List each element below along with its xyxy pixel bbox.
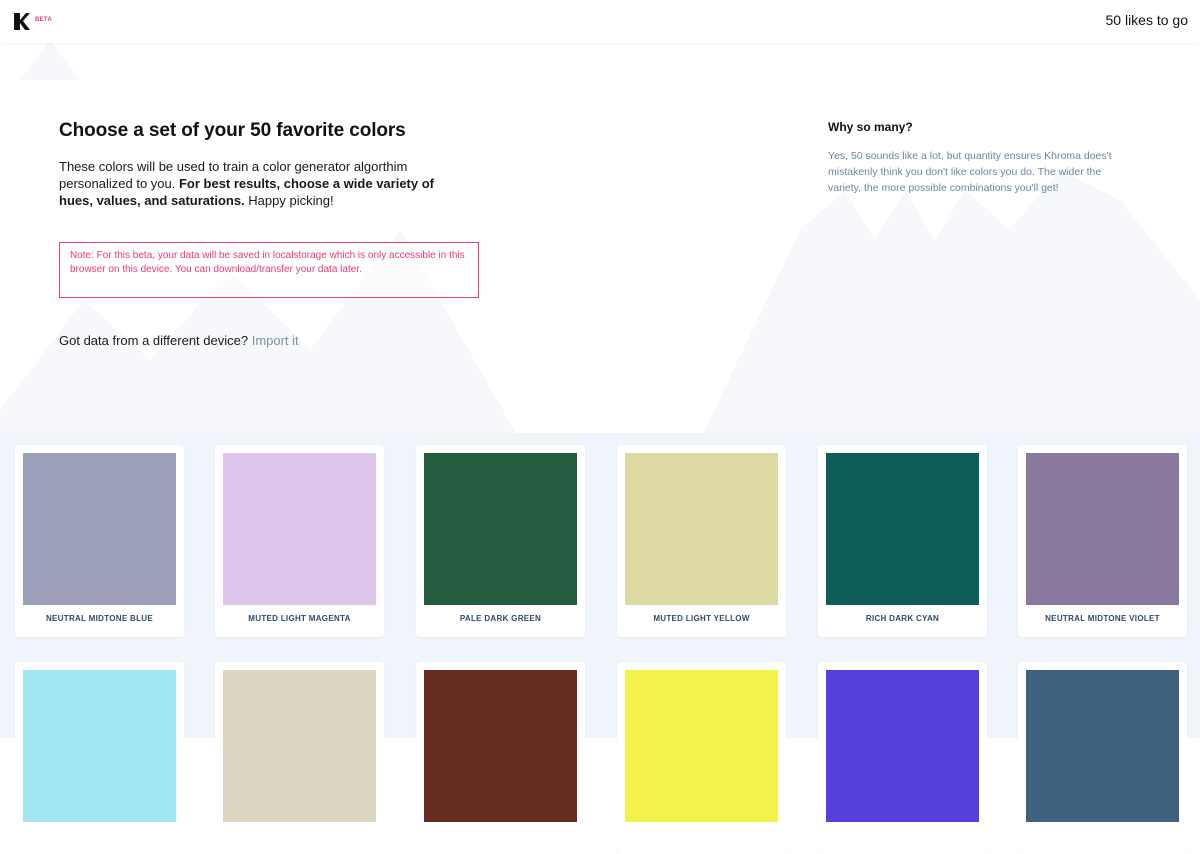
beta-badge: BETA	[35, 17, 53, 23]
why-text: Yes, 50 sounds like a lot, but quantity …	[828, 150, 1112, 194]
color-card[interactable]	[1018, 662, 1187, 854]
color-swatch[interactable]	[625, 670, 778, 822]
color-card[interactable]	[215, 662, 384, 854]
color-card[interactable]: NEUTRAL MIDTONE VIOLET	[1018, 445, 1187, 637]
color-swatch[interactable]	[424, 453, 577, 605]
color-card[interactable]: RICH DARK CYAN	[818, 445, 987, 637]
color-swatch[interactable]	[1026, 453, 1179, 605]
color-swatch[interactable]	[826, 453, 979, 605]
intro-text-end: Happy picking!	[244, 193, 334, 208]
color-card[interactable]: PALE DARK GREEN	[416, 445, 585, 637]
import-link[interactable]: Import it	[252, 333, 299, 348]
color-swatch[interactable]	[625, 453, 778, 605]
intro-description: These colors will be used to train a col…	[59, 158, 439, 209]
import-prompt-text: Got data from a different device?	[59, 333, 252, 348]
color-card[interactable]	[416, 662, 585, 854]
color-swatch[interactable]	[424, 670, 577, 822]
why-so-many-section: Why so many? Yes, 50 sounds like a lot, …	[828, 120, 1128, 196]
khroma-logo-icon[interactable]	[14, 13, 30, 30]
color-card[interactable]: MUTED LIGHT MAGENTA	[215, 445, 384, 637]
color-card[interactable]: MUTED LIGHT YELLOW	[617, 445, 786, 637]
color-card[interactable]	[15, 662, 184, 854]
color-palette-grid: NEUTRAL MIDTONE BLUE MUTED LIGHT MAGENTA P…	[0, 433, 1200, 854]
page-title: Choose a set of your 50 favorite colors	[59, 120, 406, 141]
why-title: Why so many?	[828, 120, 913, 134]
color-swatch[interactable]	[223, 453, 376, 605]
color-card[interactable]: NEUTRAL MIDTONE BLUE	[15, 445, 184, 637]
import-prompt: Got data from a different device? Import…	[59, 333, 299, 348]
color-swatch[interactable]	[826, 670, 979, 822]
intro-section: Choose a set of your 50 favorite colors …	[59, 120, 479, 209]
likes-remaining-counter: 50 likes to go	[1105, 12, 1189, 28]
color-name-label: NEUTRAL MIDTONE VIOLET	[1045, 614, 1160, 623]
color-name-label: NEUTRAL MIDTONE BLUE	[45, 614, 154, 623]
color-swatch[interactable]	[23, 670, 176, 822]
color-name-label: PALE DARK GREEN	[459, 614, 542, 623]
beta-storage-note: Note: For this beta, your data will be s…	[59, 242, 479, 298]
color-swatch[interactable]	[1026, 670, 1179, 822]
color-swatch[interactable]	[23, 453, 176, 605]
color-name-label: MUTED LIGHT YELLOW	[653, 614, 750, 623]
color-card[interactable]	[617, 662, 786, 854]
color-name-label: MUTED LIGHT MAGENTA	[248, 614, 351, 623]
color-card[interactable]	[818, 662, 987, 854]
top-bar: BETA 50 likes to go	[0, 0, 1200, 43]
color-swatch[interactable]	[223, 670, 376, 822]
mountains-background	[0, 40, 1200, 440]
color-name-label: RICH DARK CYAN	[865, 614, 940, 623]
